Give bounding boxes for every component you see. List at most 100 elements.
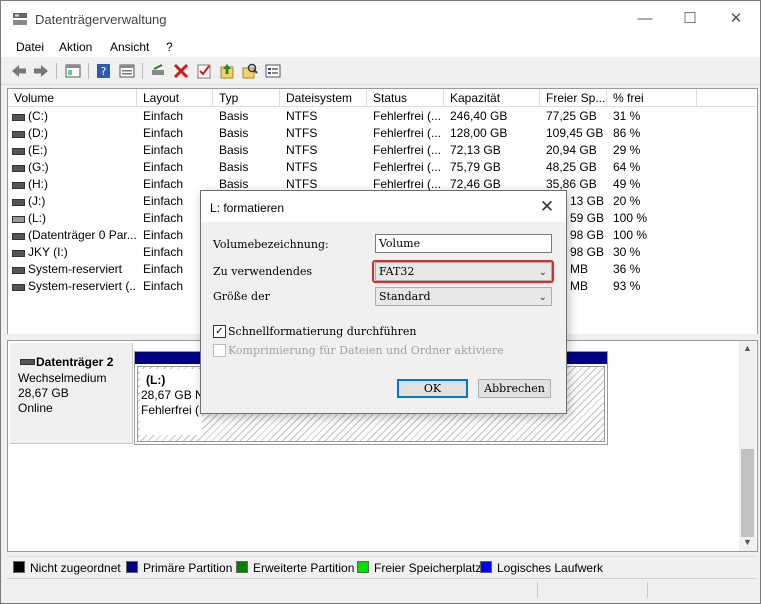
search-icon[interactable] <box>241 62 259 80</box>
table-row[interactable]: (E:) Einfach Basis NTFS Fehlerfrei (... … <box>8 142 757 159</box>
allocation-size-value: Standard <box>379 290 431 303</box>
list-view-icon[interactable] <box>264 62 282 80</box>
cancel-button[interactable]: Abbrechen <box>478 379 551 398</box>
legend-label: Logisches Laufwerk <box>497 561 604 575</box>
dialog-close-button[interactable]: ✕ <box>531 193 563 221</box>
legend-swatch <box>480 561 492 573</box>
column-header-typ[interactable]: Typ <box>213 89 280 107</box>
column-header-kapazitaet[interactable]: Kapazität <box>444 89 540 107</box>
cell-freier-speicher: MB <box>570 279 588 293</box>
drive-icon <box>12 284 25 291</box>
chevron-down-icon: ⌄ <box>538 292 547 303</box>
console-tree-icon[interactable] <box>64 62 82 80</box>
cell-volume: System-reserviert (... <box>28 279 136 293</box>
ok-button[interactable]: OK <box>397 379 468 398</box>
drive-icon <box>12 199 25 206</box>
legend-item: Erweiterte Partition <box>236 561 354 575</box>
column-header-layout[interactable]: Layout <box>137 89 213 107</box>
compress-label[interactable]: Komprimierung für Dateien und Ordner akt… <box>228 344 508 357</box>
menu-ansicht[interactable]: Ansicht <box>110 40 149 54</box>
filesystem-highlight <box>372 260 554 283</box>
cell-freier-speicher: 20,94 GB <box>546 143 597 157</box>
cell-status: Fehlerfrei (... <box>373 126 442 140</box>
cell-kapazitaet: 246,40 GB <box>450 109 508 123</box>
cell-dateisystem: NTFS <box>286 160 318 174</box>
partition-status: Fehlerfrei (P <box>141 403 208 417</box>
cell-volume: (Datenträger 0 Par... <box>28 228 136 242</box>
disk-info-box[interactable]: Datenträger 2 Wechselmedium 28,67 GB Onl… <box>10 343 133 444</box>
cell-status: Fehlerfrei (... <box>373 160 442 174</box>
partition-label: (L:) <box>146 373 166 387</box>
minimize-button[interactable]: — <box>622 1 668 37</box>
compress-checkbox[interactable] <box>213 344 226 357</box>
cell-status: Fehlerfrei (... <box>373 143 442 157</box>
cell-layout: Einfach <box>143 160 184 174</box>
cell-volume: (D:) <box>28 126 48 140</box>
table-row[interactable]: (D:) Einfach Basis NTFS Fehlerfrei (... … <box>8 125 757 142</box>
cell-prozent-frei: 29 % <box>613 143 641 157</box>
disk-size: 28,67 GB <box>18 386 69 400</box>
column-header-volume[interactable]: Volume <box>8 89 137 107</box>
quick-format-label[interactable]: Schnellformatierung durchführen <box>228 325 417 338</box>
legend-label: Erweiterte Partition <box>253 561 355 575</box>
delete-icon[interactable] <box>172 62 190 80</box>
drive-icon <box>12 114 25 121</box>
cell-freier-speicher: 98 GB <box>570 228 605 242</box>
allocation-size-select[interactable]: Standard ⌄ <box>375 287 552 306</box>
cell-status: Fehlerfrei (... <box>373 109 442 123</box>
upload-icon[interactable] <box>218 62 236 80</box>
cell-freier-speicher: 48,25 GB <box>546 160 597 174</box>
legend-item: Logisches Laufwerk <box>480 561 603 575</box>
cell-volume: (H:) <box>28 177 48 191</box>
dialog-title: L: formatieren <box>210 201 285 215</box>
quick-format-checkbox[interactable]: ✓ <box>213 325 226 338</box>
table-row[interactable]: (G:) Einfach Basis NTFS Fehlerfrei (... … <box>8 159 757 176</box>
cell-volume: (L:) <box>28 211 46 225</box>
volume-label-input[interactable]: Volume <box>375 234 552 253</box>
cell-kapazitaet: 72,13 GB <box>450 143 501 157</box>
scroll-up-icon[interactable]: ▲ <box>743 343 752 353</box>
svg-text:?: ? <box>101 65 107 78</box>
scrollbar-thumb[interactable] <box>741 449 754 537</box>
properties-icon[interactable] <box>118 62 136 80</box>
drive-icon <box>12 165 25 172</box>
connect-drive-icon[interactable] <box>149 62 167 80</box>
cell-freier-speicher: 109,45 GB <box>546 126 604 140</box>
forward-arrow-icon[interactable] <box>32 62 50 80</box>
cell-dateisystem: NTFS <box>286 143 318 157</box>
column-header-dateisystem[interactable]: Dateisystem <box>280 89 367 107</box>
vertical-scrollbar[interactable]: ▲ ▼ <box>739 341 756 551</box>
filesystem-caption: Zu verwendendes <box>213 265 313 278</box>
cell-freier-speicher: 59 GB <box>570 211 605 225</box>
drive-icon <box>12 148 25 155</box>
close-button[interactable]: ✕ <box>713 1 759 37</box>
dialog-title-bar: L: formatieren ✕ <box>201 191 566 222</box>
check-icon[interactable] <box>195 62 213 80</box>
column-header-freier-speicher[interactable]: Freier Sp... <box>540 89 607 107</box>
menu-help[interactable]: ? <box>166 40 173 54</box>
legend-label: Nicht zugeordnet <box>30 561 121 575</box>
help-icon[interactable]: ? <box>95 62 113 80</box>
column-header-status[interactable]: Status <box>367 89 444 107</box>
drive-icon <box>12 250 25 257</box>
cell-prozent-frei: 20 % <box>613 194 641 208</box>
legend-item: Primäre Partition <box>126 561 232 575</box>
cell-layout: Einfach <box>143 109 184 123</box>
cell-typ: Basis <box>219 126 249 140</box>
back-arrow-icon[interactable] <box>10 62 28 80</box>
volume-label-caption: Volumebezeichnung: <box>213 238 329 251</box>
table-row[interactable]: (C:) Einfach Basis NTFS Fehlerfrei (... … <box>8 108 757 125</box>
cell-volume: (J:) <box>28 194 46 208</box>
menu-aktion[interactable]: Aktion <box>59 40 92 54</box>
column-header-prozent-frei[interactable]: % frei <box>607 89 697 107</box>
cell-prozent-frei: 31 % <box>613 109 641 123</box>
toolbar: ? <box>1 58 760 85</box>
scroll-down-icon[interactable]: ▼ <box>743 537 752 547</box>
title-bar: Datenträgerverwaltung — ☐ ✕ <box>1 1 760 37</box>
menu-datei[interactable]: Datei <box>16 40 44 54</box>
status-divider <box>647 582 648 598</box>
removable-disk-icon <box>20 359 35 365</box>
cell-dateisystem: NTFS <box>286 109 318 123</box>
cell-prozent-frei: 100 % <box>613 211 648 225</box>
maximize-button[interactable]: ☐ <box>667 1 713 37</box>
